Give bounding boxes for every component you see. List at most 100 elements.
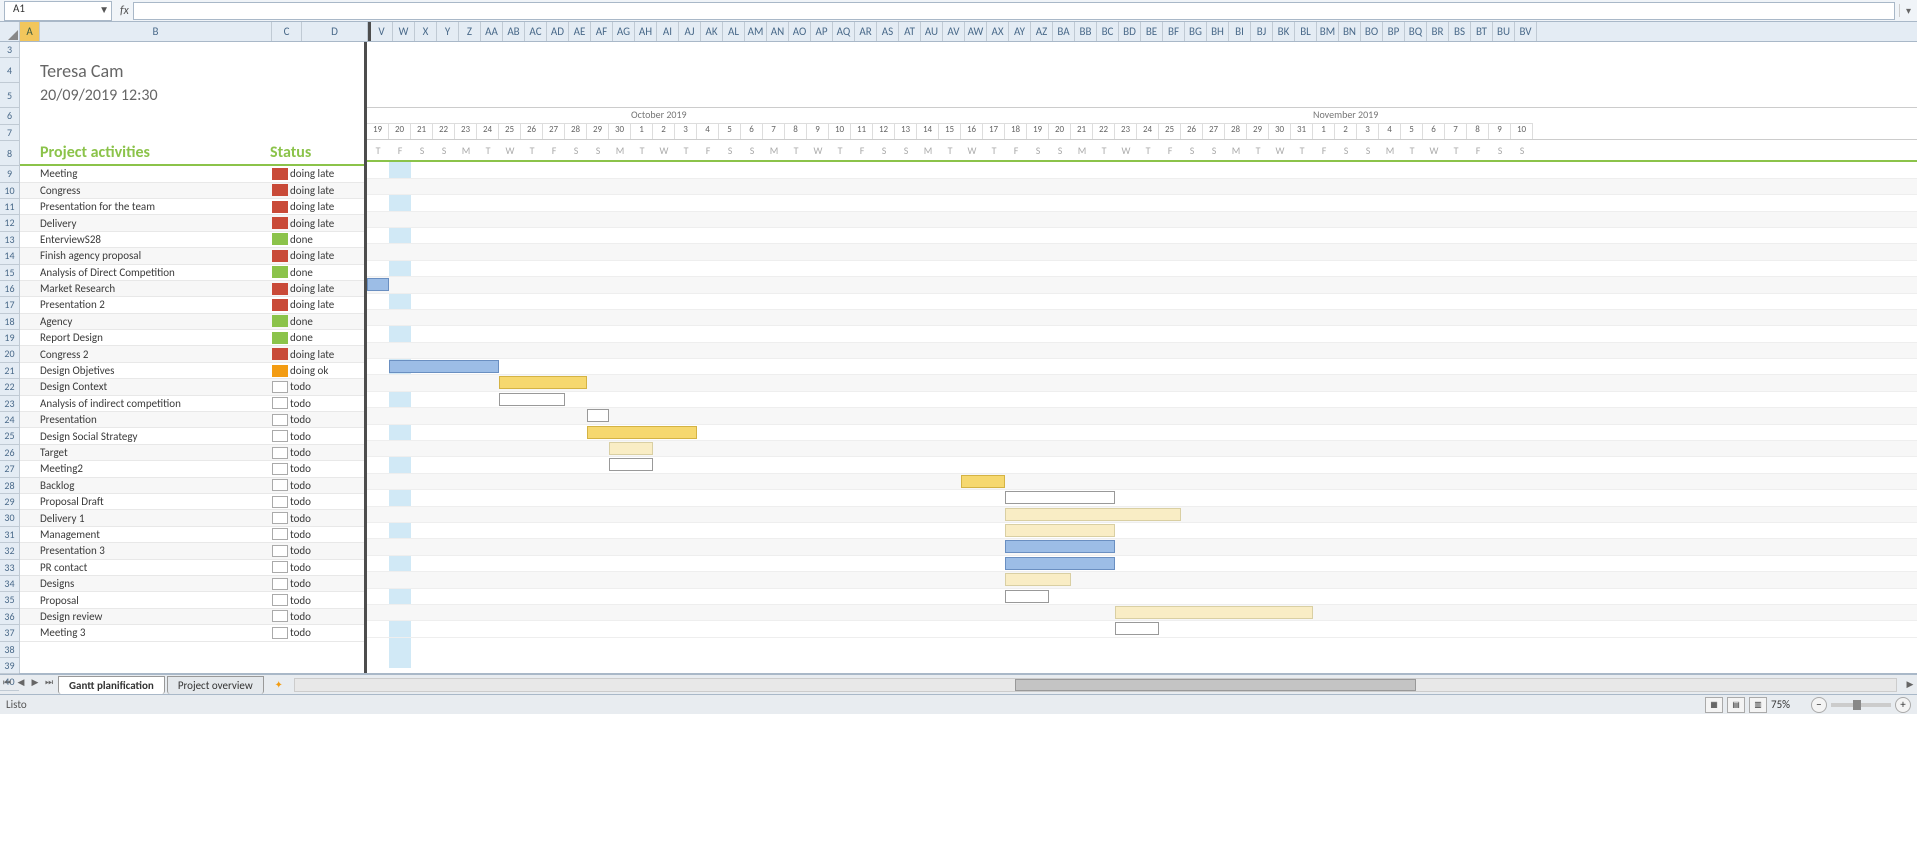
gantt-bar[interactable] bbox=[1005, 573, 1071, 586]
col-header-AU[interactable]: AU bbox=[921, 22, 943, 41]
row-header-33[interactable]: 33 bbox=[0, 560, 19, 576]
hscroll-thumb[interactable] bbox=[1015, 679, 1415, 691]
activity-row[interactable]: Management todo bbox=[20, 527, 364, 543]
row-header-34[interactable]: 34 bbox=[0, 576, 19, 592]
col-header-BA[interactable]: BA bbox=[1053, 22, 1075, 41]
activity-row[interactable]: Agency done bbox=[20, 314, 364, 330]
gantt-row[interactable] bbox=[367, 408, 1917, 424]
row-header-16[interactable]: 16 bbox=[0, 281, 19, 297]
col-header-AN[interactable]: AN bbox=[767, 22, 789, 41]
row-header-36[interactable]: 36 bbox=[0, 609, 19, 625]
tab-next-icon[interactable]: ▶ bbox=[28, 677, 42, 693]
col-header-W[interactable]: W bbox=[393, 22, 415, 41]
col-header-Z[interactable]: Z bbox=[459, 22, 481, 41]
gantt-row[interactable] bbox=[367, 589, 1917, 605]
row-header-10[interactable]: 10 bbox=[0, 183, 19, 199]
col-header-AS[interactable]: AS bbox=[877, 22, 899, 41]
row-header-38[interactable]: 38 bbox=[0, 642, 19, 658]
row-header-35[interactable]: 35 bbox=[0, 592, 19, 608]
activity-row[interactable]: Presentation 2 doing late bbox=[20, 297, 364, 313]
col-header-AY[interactable]: AY bbox=[1009, 22, 1031, 41]
view-normal-icon[interactable]: ▦ bbox=[1705, 697, 1723, 713]
row-header-22[interactable]: 22 bbox=[0, 379, 19, 395]
gantt-bar[interactable] bbox=[1005, 557, 1115, 570]
zoom-out-icon[interactable]: − bbox=[1811, 697, 1827, 713]
activity-row[interactable]: Presentation todo bbox=[20, 412, 364, 428]
col-header-AQ[interactable]: AQ bbox=[833, 22, 855, 41]
activity-row[interactable]: Design Social Strategy todo bbox=[20, 428, 364, 444]
activity-row[interactable]: Backlog todo bbox=[20, 478, 364, 494]
activity-row[interactable]: EnterviewS28 done bbox=[20, 232, 364, 248]
activity-row[interactable]: Design Objetives doing ok bbox=[20, 363, 364, 379]
col-header-AI[interactable]: AI bbox=[657, 22, 679, 41]
activity-row[interactable]: Finish agency proposal doing late bbox=[20, 248, 364, 264]
col-header-AP[interactable]: AP bbox=[811, 22, 833, 41]
col-header-AA[interactable]: AA bbox=[481, 22, 503, 41]
col-header-B[interactable]: B bbox=[40, 22, 272, 41]
gantt-bar[interactable] bbox=[587, 426, 697, 439]
activity-row[interactable]: Presentation 3 todo bbox=[20, 543, 364, 559]
activity-row[interactable]: Design review todo bbox=[20, 609, 364, 625]
activity-row[interactable]: Report Design done bbox=[20, 330, 364, 346]
activity-row[interactable]: Market Research doing late bbox=[20, 281, 364, 297]
col-header-BC[interactable]: BC bbox=[1097, 22, 1119, 41]
row-header-8[interactable]: 8 bbox=[0, 141, 19, 166]
row-header-27[interactable]: 27 bbox=[0, 461, 19, 477]
gantt-row[interactable] bbox=[367, 572, 1917, 588]
gantt-row[interactable] bbox=[367, 539, 1917, 555]
row-header-18[interactable]: 18 bbox=[0, 314, 19, 330]
gantt-row[interactable] bbox=[367, 228, 1917, 244]
col-header-BB[interactable]: BB bbox=[1075, 22, 1097, 41]
activity-row[interactable]: Congress doing late bbox=[20, 183, 364, 199]
row-header-31[interactable]: 31 bbox=[0, 527, 19, 543]
gantt-bar[interactable] bbox=[1115, 606, 1313, 619]
col-header-AC[interactable]: AC bbox=[525, 22, 547, 41]
col-header-BP[interactable]: BP bbox=[1383, 22, 1405, 41]
gantt-bar[interactable] bbox=[1005, 524, 1115, 537]
col-header-BR[interactable]: BR bbox=[1427, 22, 1449, 41]
row-header-21[interactable]: 21 bbox=[0, 363, 19, 379]
gantt-row[interactable] bbox=[367, 343, 1917, 359]
row-header-7[interactable]: 7 bbox=[0, 125, 19, 141]
gantt-bar[interactable] bbox=[499, 376, 587, 389]
col-header-BM[interactable]: BM bbox=[1317, 22, 1339, 41]
gantt-bar[interactable] bbox=[1115, 622, 1159, 635]
zoom-in-icon[interactable]: + bbox=[1895, 697, 1911, 713]
row-header-9[interactable]: 9 bbox=[0, 166, 19, 182]
activity-row[interactable]: PR contact todo bbox=[20, 560, 364, 576]
row-header-14[interactable]: 14 bbox=[0, 248, 19, 264]
gantt-row[interactable] bbox=[367, 507, 1917, 523]
tab-prev-icon[interactable]: ◀ bbox=[14, 677, 28, 693]
row-header-15[interactable]: 15 bbox=[0, 265, 19, 281]
col-header-AL[interactable]: AL bbox=[723, 22, 745, 41]
col-header-Y[interactable]: Y bbox=[437, 22, 459, 41]
row-header-37[interactable]: 37 bbox=[0, 625, 19, 641]
row-header-28[interactable]: 28 bbox=[0, 478, 19, 494]
col-header-D[interactable]: D bbox=[302, 22, 368, 41]
formula-input[interactable] bbox=[133, 2, 1895, 20]
col-header-AD[interactable]: AD bbox=[547, 22, 569, 41]
fx-label[interactable]: fx bbox=[120, 4, 129, 18]
row-header-26[interactable]: 26 bbox=[0, 445, 19, 461]
name-box-dropdown-icon[interactable]: ▼ bbox=[99, 3, 109, 16]
row-header-4[interactable]: 4 bbox=[0, 58, 19, 83]
activity-row[interactable]: Designs todo bbox=[20, 576, 364, 592]
col-header-BS[interactable]: BS bbox=[1449, 22, 1471, 41]
col-header-AO[interactable]: AO bbox=[789, 22, 811, 41]
select-all-corner[interactable] bbox=[0, 22, 20, 41]
activity-row[interactable]: Congress 2 doing late bbox=[20, 346, 364, 362]
col-header-BO[interactable]: BO bbox=[1361, 22, 1383, 41]
col-header-V[interactable]: V bbox=[371, 22, 393, 41]
col-header-BN[interactable]: BN bbox=[1339, 22, 1361, 41]
col-header-AR[interactable]: AR bbox=[855, 22, 877, 41]
col-header-AK[interactable]: AK bbox=[701, 22, 723, 41]
gantt-bar[interactable] bbox=[609, 442, 653, 455]
col-header-AB[interactable]: AB bbox=[503, 22, 525, 41]
gantt-bar[interactable] bbox=[389, 360, 499, 373]
view-layout-icon[interactable]: ▤ bbox=[1727, 697, 1745, 713]
activity-row[interactable]: Analysis of indirect competition todo bbox=[20, 396, 364, 412]
row-header-20[interactable]: 20 bbox=[0, 346, 19, 362]
gantt-bar[interactable] bbox=[609, 458, 653, 471]
gantt-row[interactable] bbox=[367, 212, 1917, 228]
gantt-row[interactable] bbox=[367, 310, 1917, 326]
